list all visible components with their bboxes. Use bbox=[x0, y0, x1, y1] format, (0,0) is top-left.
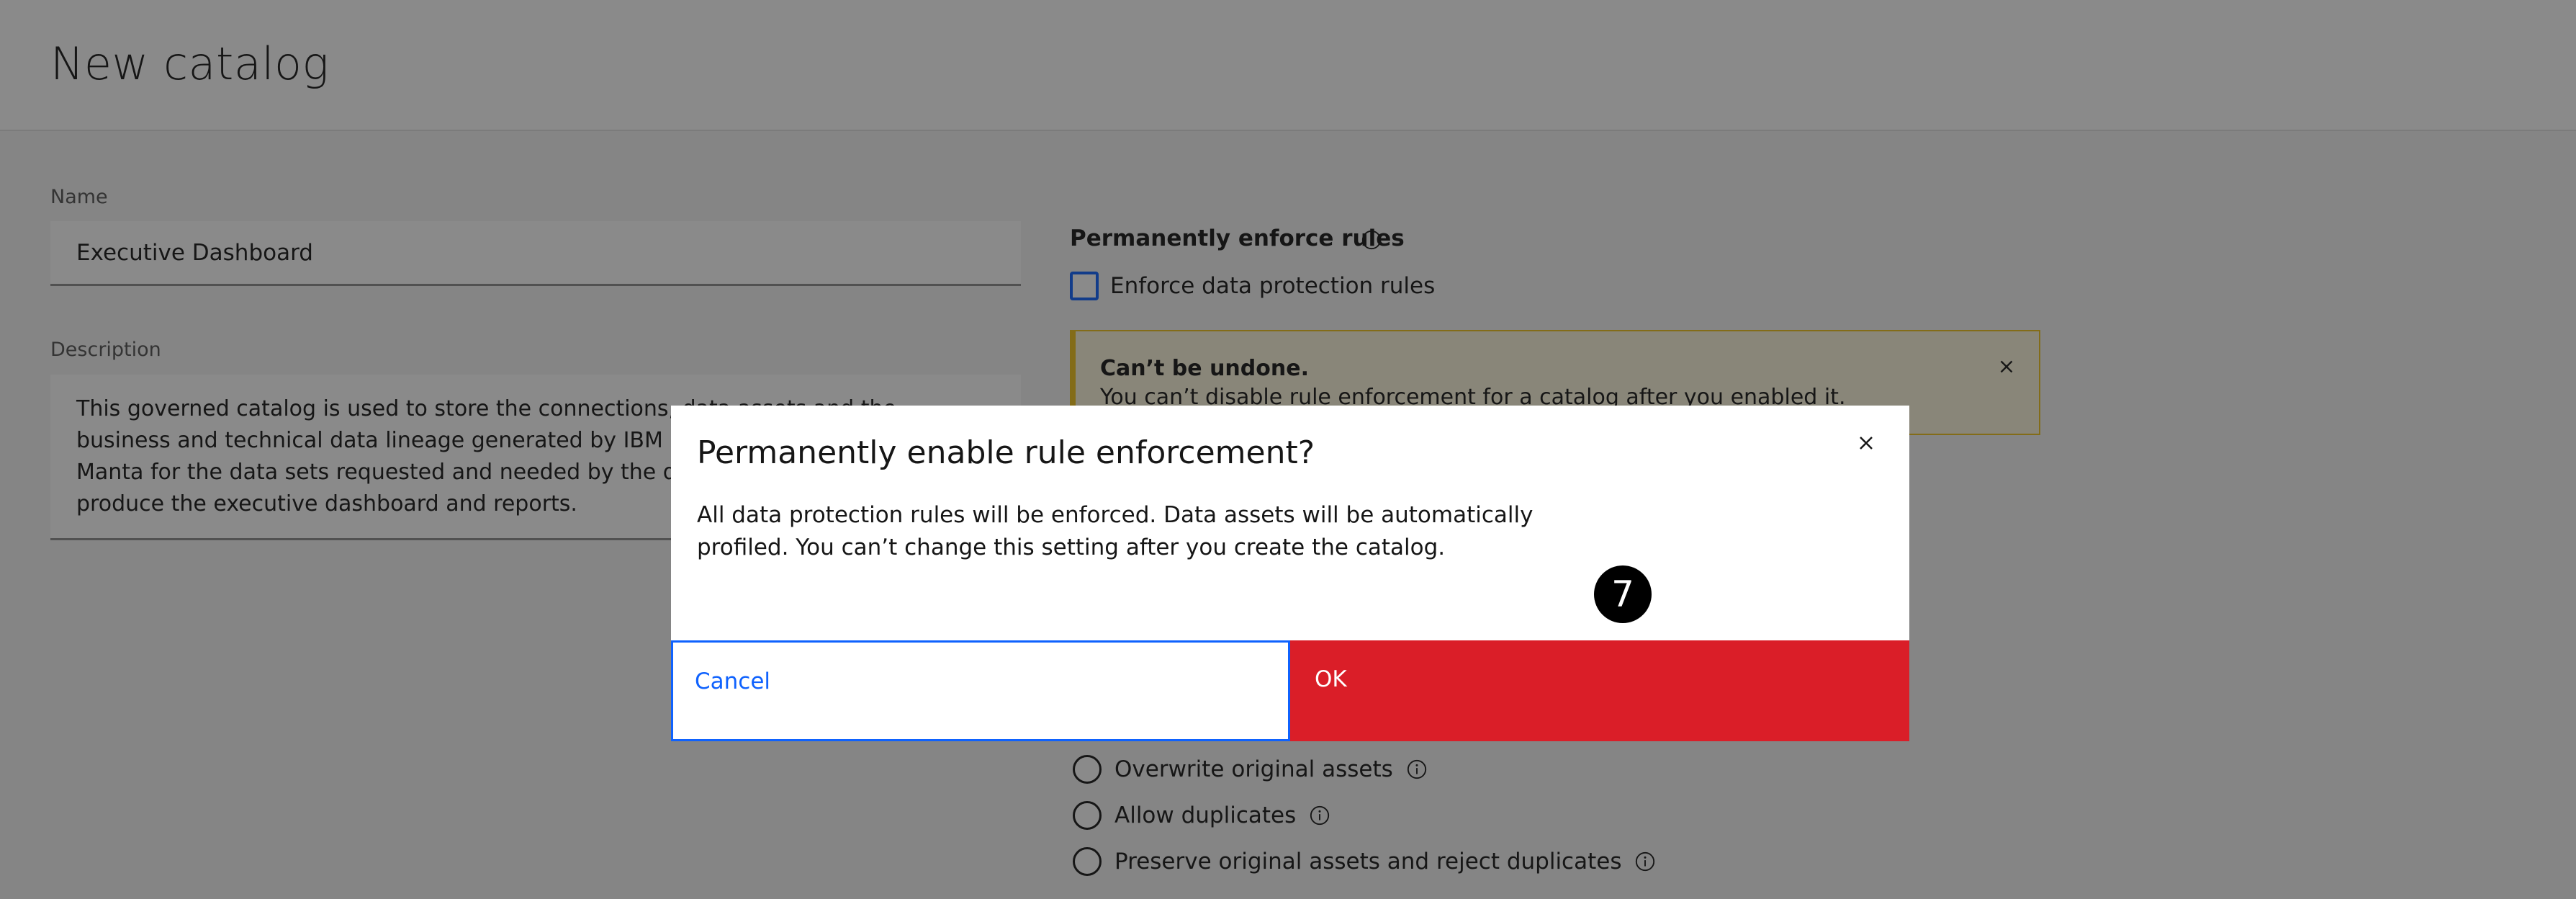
ok-button[interactable]: OK bbox=[1290, 640, 1909, 741]
close-icon[interactable] bbox=[1855, 431, 1878, 455]
modal-body: All data protection rules will be enforc… bbox=[697, 502, 1534, 560]
cancel-button[interactable]: Cancel bbox=[671, 640, 1290, 741]
step-badge: 7 bbox=[1594, 565, 1652, 623]
confirm-modal: Permanently enable rule enforcement? All… bbox=[671, 406, 1909, 741]
modal-title: Permanently enable rule enforcement? bbox=[697, 434, 1315, 471]
